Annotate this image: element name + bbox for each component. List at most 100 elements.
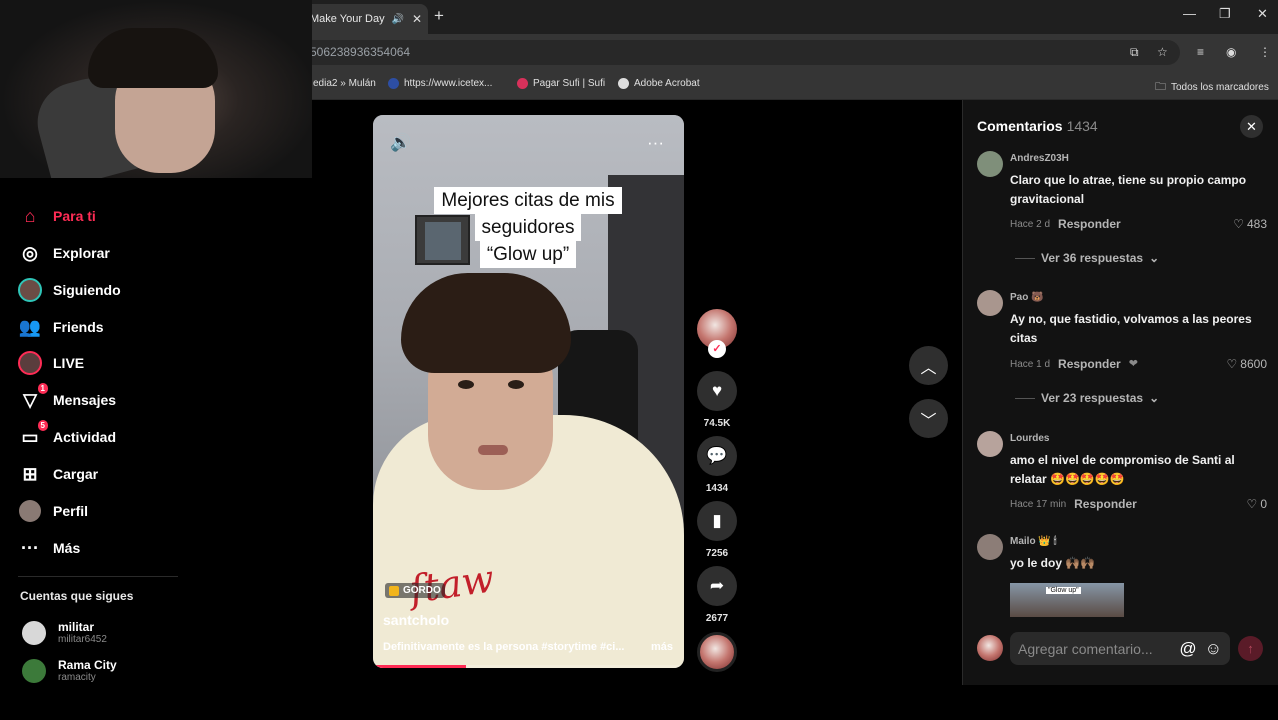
account-name: militar — [58, 620, 95, 634]
heart-outline-icon: ♡ — [1233, 217, 1244, 231]
nav-item-cargar[interactable]: ⊞ Cargar — [18, 462, 98, 486]
send-icon: ▽ 1 — [18, 383, 48, 412]
comment-text: yo le doy 🙌🏽🙌🏽 — [1010, 556, 1096, 570]
previous-video-button[interactable]: ︿ — [909, 346, 948, 385]
close-icon: ✕ — [1246, 119, 1257, 134]
bookmark-item[interactable]: Adobe Acrobat — [618, 78, 700, 89]
nav-item-mensajes[interactable]: ▽ 1 Mensajes — [18, 383, 116, 412]
sidebar-nav: ⌂ Para ti ◎ Explorar Siguiendo 👥 Friends… — [0, 178, 185, 698]
profile-icon[interactable]: ◉ — [1226, 45, 1236, 59]
bookmark-item[interactable]: https://www.icetex... — [388, 78, 492, 89]
video-author[interactable]: santcholo — [383, 612, 449, 628]
effect-tag[interactable]: GORDO — [385, 583, 445, 598]
all-bookmarks-folder[interactable]: 🗀 Todos los marcadores — [1155, 78, 1269, 97]
extensions-icon[interactable]: ≡ — [1197, 45, 1204, 59]
avatar[interactable] — [977, 151, 1003, 177]
heart-outline-icon: ♡ — [1226, 357, 1238, 371]
video-description: Definitivamente es la persona #storytime… — [383, 641, 673, 653]
url-field[interactable]: 506238936354064 — [290, 40, 1180, 65]
video-player[interactable]: ſtaw 🔊 ··· Mejores citas de mis seguidor… — [373, 115, 684, 668]
send-comment-button[interactable]: ↑ — [1238, 636, 1263, 661]
comment-like-button[interactable]: ♡ 8600 — [1227, 357, 1267, 371]
comment-action[interactable]: 💬 1434 — [696, 436, 738, 494]
nav-item-perfil[interactable]: Perfil — [18, 499, 88, 523]
compass-icon: ◎ — [22, 242, 38, 263]
arrow-up-icon: ↑ — [1247, 641, 1254, 656]
nav-item-friends[interactable]: 👥 Friends — [18, 315, 104, 339]
share-icon[interactable]: ➦ — [697, 566, 737, 606]
close-icon[interactable]: ✕ — [412, 12, 422, 26]
avatar — [22, 620, 46, 645]
menu-icon[interactable]: ⋮ — [1259, 45, 1271, 59]
mention-icon[interactable]: @ — [1179, 639, 1196, 659]
follow-check-icon[interactable]: ✓ — [708, 340, 726, 358]
tag-icon — [389, 585, 399, 596]
tab-title: Make Your Day — [310, 13, 385, 25]
view-replies-button[interactable]: Ver 36 respuestas ⌄ — [1015, 251, 1159, 265]
more-options-icon[interactable]: ··· — [647, 133, 664, 153]
friends-icon: 👥 — [18, 316, 42, 337]
avatar[interactable] — [977, 534, 1003, 560]
video-caption-overlay: Mejores citas de mis seguidores “Glow up… — [425, 187, 631, 268]
nav-item-mas[interactable]: ··· Más — [18, 536, 80, 560]
site-icon — [517, 78, 528, 89]
bookmark-item[interactable]: Pagar Sufi | Sufi — [517, 78, 605, 89]
comment-input[interactable] — [1018, 640, 1180, 657]
followed-account[interactable]: militar militar6452 — [22, 620, 107, 645]
next-video-button[interactable]: ﹀ — [909, 399, 948, 438]
avatar[interactable] — [977, 290, 1003, 316]
profile-avatar-icon — [18, 499, 42, 523]
volume-icon[interactable]: 🔊 — [390, 133, 411, 153]
comment-video-thumbnail[interactable]: "Glow up" — [1010, 583, 1124, 617]
comment-username[interactable]: Pao 🐻 — [1010, 292, 1044, 303]
heart-icon[interactable]: ♥ — [697, 371, 737, 411]
activity-count-badge: 5 — [37, 420, 48, 431]
creator-liked-icon: ❤ — [1128, 358, 1138, 370]
folder-icon: 🗀 — [1155, 81, 1166, 93]
bookmark-item[interactable]: edia2 » Mulán — [313, 78, 376, 89]
video-progress-bar[interactable] — [373, 665, 684, 668]
nav-item-live[interactable]: LIVE — [18, 351, 84, 375]
nav-item-actividad[interactable]: ▭ 5 Actividad — [18, 420, 116, 449]
more-link[interactable]: más — [651, 641, 673, 653]
comment-like-button[interactable]: ♡ 483 — [1233, 217, 1267, 231]
nav-item-explorar[interactable]: ◎ Explorar — [18, 241, 110, 265]
save-action[interactable]: ▮ 7256 — [696, 501, 738, 559]
maximize-icon[interactable]: ❐ — [1219, 6, 1231, 22]
comment-like-button[interactable]: ♡ 0 — [1247, 497, 1267, 511]
speaker-icon[interactable]: 🔊 — [391, 14, 403, 25]
site-icon — [388, 78, 399, 89]
reply-button[interactable]: Responder — [1058, 357, 1121, 372]
window-close-icon[interactable]: ✕ — [1257, 6, 1268, 22]
account-username: ramacity — [58, 672, 96, 683]
like-count: 74.5K — [703, 418, 731, 429]
nav-item-para-ti[interactable]: ⌂ Para ti — [18, 204, 96, 228]
cast-icon[interactable]: ⧉ — [1130, 45, 1139, 60]
music-disc[interactable] — [697, 632, 737, 672]
comment-icon[interactable]: 💬 — [697, 436, 737, 476]
close-comments-button[interactable]: ✕ — [1240, 115, 1263, 138]
comments-title: Comentarios 1434 — [977, 118, 1098, 134]
view-replies-button[interactable]: Ver 23 respuestas ⌄ — [1015, 391, 1159, 405]
emoji-icon[interactable]: ☺ — [1205, 639, 1222, 659]
new-tab-icon[interactable]: + — [434, 6, 444, 26]
webcam-overlay — [0, 0, 312, 178]
comment-input-box[interactable]: @ ☺ — [1010, 632, 1230, 665]
avatar[interactable] — [977, 431, 1003, 457]
following-accounts-title: Cuentas que sigues — [20, 589, 134, 603]
message-count-badge: 1 — [37, 383, 48, 394]
comment-username[interactable]: Lourdes — [1010, 433, 1049, 444]
like-action[interactable]: ♥ 74.5K — [696, 371, 738, 429]
browser-tab[interactable]: Make Your Day 🔊 ✕ — [300, 4, 428, 34]
comment-text: Ay no, que fastidio, volvamos a las peor… — [1010, 312, 1252, 345]
reply-button[interactable]: Responder — [1058, 217, 1121, 232]
share-action[interactable]: ➦ 2677 — [696, 566, 738, 624]
bookmark-star-icon[interactable]: ☆ — [1157, 45, 1168, 59]
followed-account[interactable]: Rama City ramacity — [22, 658, 117, 683]
comment-username[interactable]: AndresZ03H — [1010, 153, 1069, 164]
reply-button[interactable]: Responder — [1074, 497, 1137, 512]
nav-item-siguiendo[interactable]: Siguiendo — [18, 278, 121, 302]
bookmark-icon[interactable]: ▮ — [697, 501, 737, 541]
minimize-icon[interactable]: — — [1183, 6, 1196, 21]
comment-username[interactable]: Mailo 👑 🕯 — [1010, 536, 1056, 547]
